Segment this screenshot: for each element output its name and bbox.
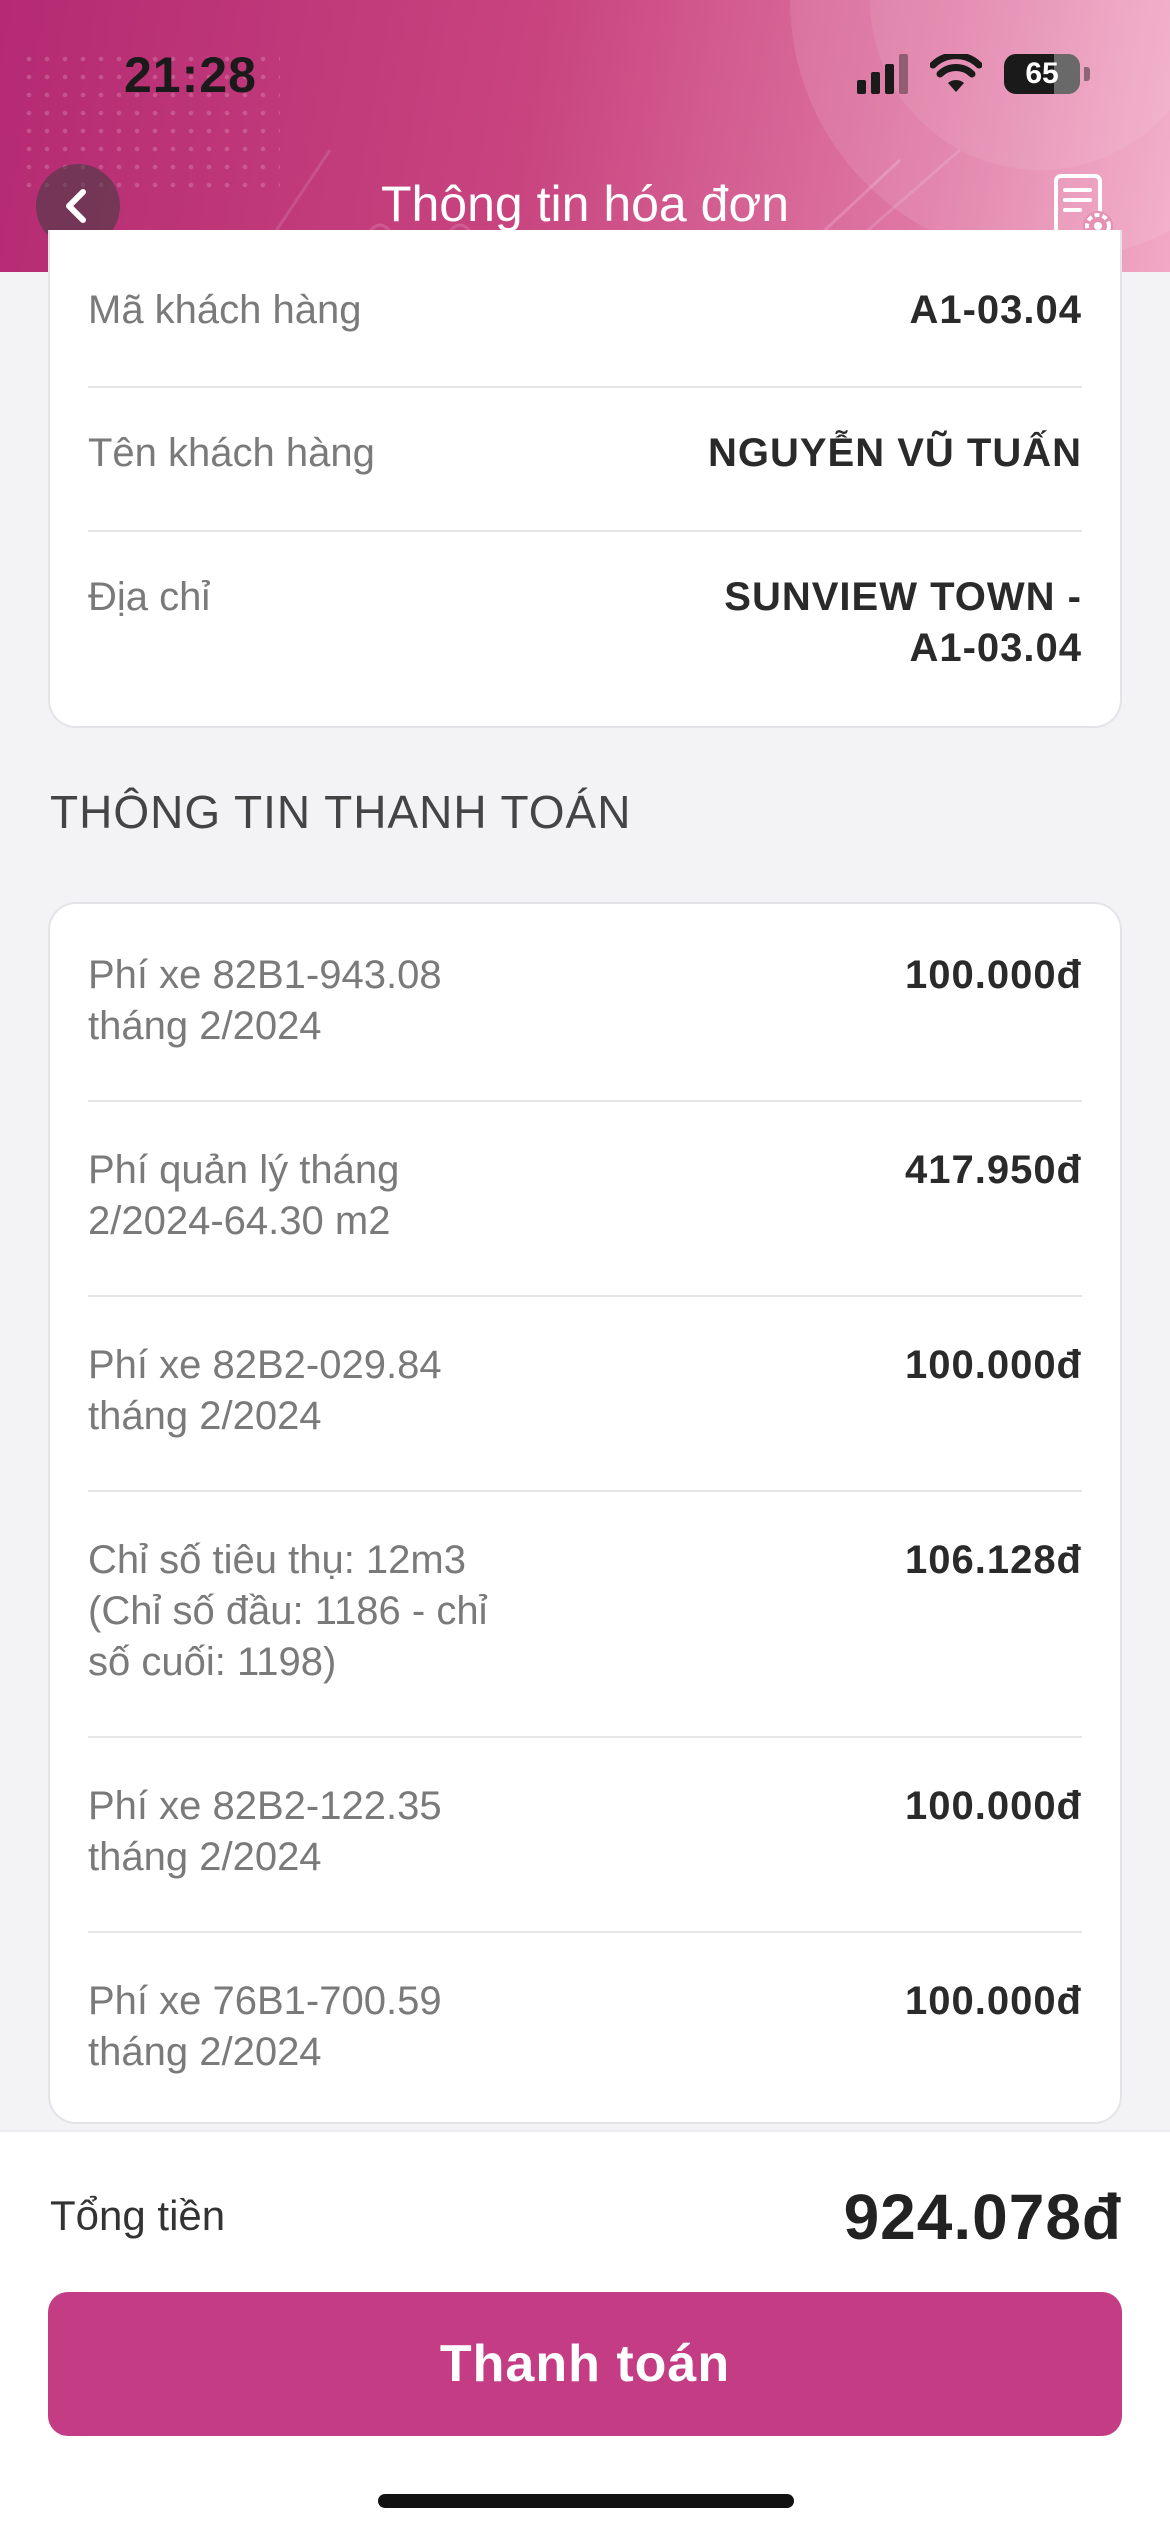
payment-item-amount: 106.128đ <box>904 1538 1082 1582</box>
customer-code-row: Mã khách hàng A1-03.04 <box>88 285 1082 336</box>
payment-footer: Tổng tiền 924.078đ Thanh toán <box>0 2130 1170 2532</box>
total-value: 924.078đ <box>843 2181 1122 2253</box>
payment-item: Chỉ số tiêu thụ: 12m3 (Chỉ số đầu: 1186 … <box>88 1535 1082 1688</box>
payment-item-line: Phí xe 82B2-122.35 <box>88 1784 442 1828</box>
divider <box>88 1295 1082 1297</box>
page-title: Thông tin hóa đơn <box>380 176 790 232</box>
payment-item-description: Phí xe 82B2-122.35 tháng 2/2024 <box>88 1781 608 1883</box>
wifi-icon <box>930 54 982 92</box>
payment-item: Phí xe 76B1-700.59 tháng 2/2024 100.000đ <box>88 1976 1082 2078</box>
customer-name-row: Tên khách hàng NGUYỄN VŨ TUẤN <box>88 428 1082 479</box>
payment-item-line: Chỉ số tiêu thụ: 12m3 <box>88 1538 466 1582</box>
battery-level: 65 <box>1025 57 1059 90</box>
payment-item-line: Phí xe 82B2-029.84 <box>88 1343 442 1387</box>
payment-item: Phí xe 82B1-943.08 tháng 2/2024 100.000đ <box>88 950 1082 1052</box>
payment-section-title: THÔNG TIN THANH TOÁN <box>50 786 632 838</box>
payment-item-amount: 100.000đ <box>904 1784 1082 1828</box>
payment-item-description: Phí xe 82B1-943.08 tháng 2/2024 <box>88 950 608 1052</box>
divider <box>88 1931 1082 1933</box>
payment-item-line: tháng 2/2024 <box>88 2030 322 2074</box>
status-icons: 65 <box>857 54 1090 94</box>
signal-icon <box>857 54 908 94</box>
payment-item: Phí xe 82B2-122.35 tháng 2/2024 100.000đ <box>88 1781 1082 1883</box>
customer-name-value: NGUYỄN VŨ TUẤN <box>707 431 1082 475</box>
customer-name-label: Tên khách hàng <box>88 431 375 475</box>
address-label: Địa chỉ <box>88 575 211 619</box>
divider <box>88 1100 1082 1102</box>
customer-info-card: Mã khách hàng A1-03.04 Tên khách hàng NG… <box>48 230 1122 728</box>
payment-item: Phí quản lý tháng 2/2024-64.30 m2 417.95… <box>88 1145 1082 1247</box>
payment-item-line: tháng 2/2024 <box>88 1394 322 1438</box>
divider <box>88 1490 1082 1492</box>
payment-info-card: Phí xe 82B1-943.08 tháng 2/2024 100.000đ… <box>48 902 1122 2124</box>
payment-item-description: Phí xe 76B1-700.59 tháng 2/2024 <box>88 1976 608 2078</box>
payment-item-amount: 100.000đ <box>904 953 1082 997</box>
divider <box>88 1736 1082 1738</box>
payment-item-line: 2/2024-64.30 m2 <box>88 1199 391 1243</box>
payment-item-amount: 417.950đ <box>904 1148 1082 1192</box>
payment-item-description: Phí quản lý tháng 2/2024-64.30 m2 <box>88 1145 608 1247</box>
payment-item-line: Phí xe 82B1-943.08 <box>88 953 442 997</box>
total-label: Tổng tiền <box>50 2192 226 2239</box>
customer-code-label: Mã khách hàng <box>88 288 362 332</box>
address-value: SUNVIEW TOWN - A1-03.04 <box>724 572 1082 674</box>
address-line-2: A1-03.04 <box>909 626 1082 670</box>
address-row: Địa chỉ SUNVIEW TOWN - A1-03.04 <box>88 572 1082 674</box>
payment-item-line: số cuối: 1198) <box>88 1640 337 1684</box>
payment-item-line: tháng 2/2024 <box>88 1835 322 1879</box>
payment-item-line: tháng 2/2024 <box>88 1004 322 1048</box>
payment-item-description: Chỉ số tiêu thụ: 12m3 (Chỉ số đầu: 1186 … <box>88 1535 608 1688</box>
payment-item-description: Phí xe 82B2-029.84 tháng 2/2024 <box>88 1340 608 1442</box>
home-indicator <box>378 2494 794 2508</box>
payment-item-line: (Chỉ số đầu: 1186 - chỉ <box>88 1589 488 1633</box>
payment-item-line: Phí xe 76B1-700.59 <box>88 1979 442 2023</box>
payment-item: Phí xe 82B2-029.84 tháng 2/2024 100.000đ <box>88 1340 1082 1442</box>
address-line-1: SUNVIEW TOWN - <box>724 575 1082 619</box>
customer-code-value: A1-03.04 <box>909 288 1082 332</box>
divider <box>88 530 1082 532</box>
payment-item-line: Phí quản lý tháng <box>88 1148 400 1192</box>
pay-button[interactable]: Thanh toán <box>48 2292 1122 2436</box>
status-time: 21:28 <box>124 47 257 103</box>
divider <box>88 386 1082 388</box>
payment-item-amount: 100.000đ <box>904 1979 1082 2023</box>
payment-item-amount: 100.000đ <box>904 1343 1082 1387</box>
battery-icon: 65 <box>1004 54 1080 94</box>
